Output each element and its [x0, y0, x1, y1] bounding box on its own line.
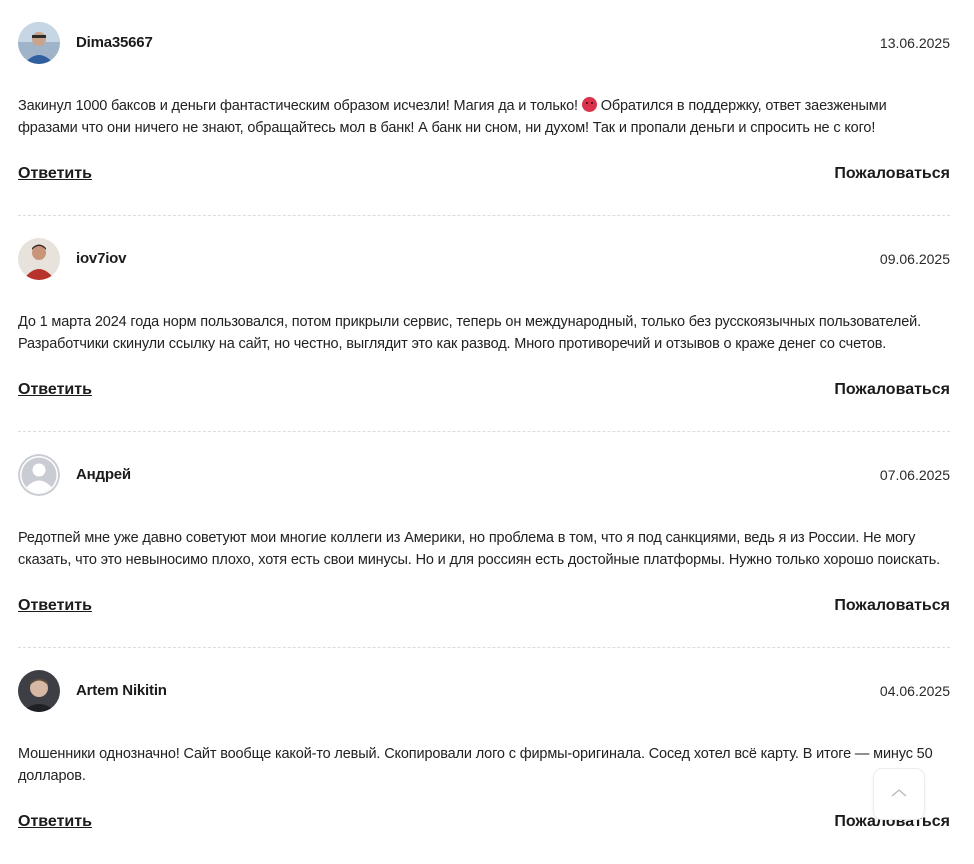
comment-author[interactable]: Андрей	[76, 466, 131, 483]
comment-author[interactable]: iov7iov	[76, 250, 126, 267]
comment-text: Редотпей мне уже давно советуют мои мног…	[18, 530, 940, 568]
comment-item: iov7iov 09.06.2025 До 1 марта 2024 года …	[18, 216, 950, 432]
comment-text-part: Закинул 1000 баксов и деньги фантастичес…	[18, 98, 582, 114]
user-photo-icon	[18, 22, 60, 64]
reply-link[interactable]: Ответить	[18, 597, 92, 615]
comment-date: 09.06.2025	[879, 251, 950, 267]
report-link[interactable]: Пожаловаться	[834, 165, 950, 183]
comment-item: Artem Nikitin 04.06.2025 Мошенники одноз…	[18, 648, 950, 864]
avatar	[18, 22, 60, 64]
comment-author[interactable]: Dima35667	[76, 34, 153, 51]
reply-link[interactable]: Ответить	[18, 165, 92, 183]
comment-text: Мошенники однозначно! Сайт вообще какой-…	[18, 746, 933, 784]
comment-date: 13.06.2025	[879, 35, 950, 51]
comments-list: Dima35667 13.06.2025 Закинул 1000 баксов…	[18, 0, 950, 864]
comment-item: Андрей 07.06.2025 Редотпей мне уже давно…	[18, 432, 950, 648]
comment-text: Закинул 1000 баксов и деньги фантастичес…	[18, 95, 950, 139]
comment-author[interactable]: Artem Nikitin	[76, 682, 167, 699]
reply-link[interactable]: Ответить	[18, 381, 92, 399]
avatar	[18, 454, 60, 496]
comment-date: 04.06.2025	[879, 683, 950, 699]
report-link[interactable]: Пожаловаться	[834, 597, 950, 615]
scroll-to-top-button[interactable]	[874, 769, 924, 819]
comment-item: Dima35667 13.06.2025 Закинул 1000 баксов…	[18, 0, 950, 216]
chevron-up-icon	[891, 789, 907, 797]
report-link[interactable]: Пожаловаться	[834, 381, 950, 399]
user-photo-icon	[18, 670, 60, 712]
reply-link[interactable]: Ответить	[18, 813, 92, 831]
comment-date: 07.06.2025	[879, 467, 950, 483]
angry-face-icon	[581, 97, 597, 112]
avatar	[18, 670, 60, 712]
user-photo-icon	[18, 238, 60, 280]
default-user-icon	[18, 454, 60, 496]
avatar	[18, 238, 60, 280]
comment-text: До 1 марта 2024 года норм пользовался, п…	[18, 314, 921, 352]
